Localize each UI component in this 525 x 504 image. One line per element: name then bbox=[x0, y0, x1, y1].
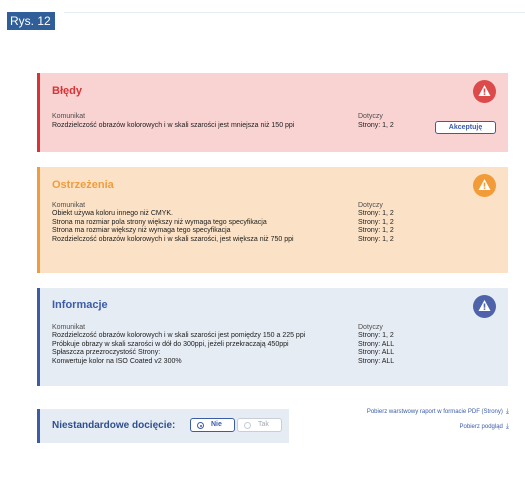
message-text: Konwertuje kolor na ISO Coated v2 300% bbox=[52, 357, 182, 365]
download-layered-report-link[interactable]: Pobierz warstwowy raport w formacie PDF … bbox=[367, 408, 509, 415]
list-item: Spłaszcza przezroczystość Strony: Strony… bbox=[52, 349, 502, 358]
alert-triangle-icon bbox=[473, 295, 496, 318]
message-text: Rozdzielczość obrazów kolorowych i w ska… bbox=[52, 235, 294, 243]
trim-option-no-label: Nie bbox=[211, 421, 222, 428]
pages-text: Strony: ALL bbox=[358, 340, 395, 348]
pages-text: Strony: ALL bbox=[358, 349, 395, 356]
info-title: Informacje bbox=[52, 299, 108, 311]
pages-text: Strony: 1, 2 bbox=[358, 210, 394, 217]
errors-panel: Błędy Komunikat Dotyczy Rozdzielczość ob… bbox=[37, 73, 508, 152]
info-column-message: Komunikat bbox=[52, 324, 86, 331]
info-panel: Informacje Komunikat Dotyczy Rozdzielczo… bbox=[37, 288, 508, 386]
trim-option-no[interactable]: Nie bbox=[190, 418, 235, 432]
errors-column-message: Komunikat bbox=[52, 113, 86, 120]
custom-trim-panel: Niestandardowe docięcie: Nie Tak bbox=[37, 409, 289, 443]
pages-text: Strony: 1, 2 bbox=[358, 332, 394, 339]
trim-option-yes-label: Tak bbox=[258, 421, 269, 428]
download-preview-label: Pobierz podgląd bbox=[459, 423, 503, 430]
list-item: Obiekt używa koloru innego niż CMYK. Str… bbox=[52, 210, 502, 219]
message-text: Rozdzielczość obrazów kolorowych i w ska… bbox=[52, 332, 306, 339]
alert-triangle-icon bbox=[473, 174, 496, 197]
pages-text: Strony: 1, 2 bbox=[358, 218, 394, 226]
download-icon: ⤓ bbox=[505, 408, 509, 415]
custom-trim-label: Niestandardowe docięcie: bbox=[52, 420, 176, 431]
trim-option-yes[interactable]: Tak bbox=[237, 418, 282, 432]
message-text: Strona ma rozmiar większy niż wymaga teg… bbox=[52, 227, 231, 234]
message-text: Próbkuje obrazy w skali szarości w dół d… bbox=[52, 340, 289, 348]
list-item: Rozdzielczość obrazów kolorowych i w ska… bbox=[52, 332, 502, 341]
list-item: Konwertuje kolor na ISO Coated v2 300% S… bbox=[52, 358, 502, 367]
download-icon: ⤓ bbox=[505, 423, 509, 430]
figure-label: Rys. 12 bbox=[7, 12, 55, 30]
info-column-pages: Dotyczy bbox=[358, 324, 383, 331]
pages-text: Strony: 1, 2 bbox=[358, 122, 394, 129]
download-layered-report-label: Pobierz warstwowy raport w formacie PDF … bbox=[366, 408, 503, 415]
warnings-panel: Ostrzeżenia Komunikat Dotyczy Obiekt uży… bbox=[37, 167, 508, 273]
pages-text: Strony: 1, 2 bbox=[358, 235, 394, 243]
alert-triangle-icon bbox=[473, 80, 496, 103]
message-text: Strona ma rozmiar pola strony większy ni… bbox=[52, 218, 267, 226]
message-text: Spłaszcza przezroczystość Strony: bbox=[52, 349, 161, 356]
message-text: Obiekt używa koloru innego niż CMYK. bbox=[52, 210, 173, 217]
list-item: Strona ma rozmiar pola strony większy ni… bbox=[52, 219, 502, 228]
warnings-column-pages: Dotyczy bbox=[358, 202, 383, 209]
message-text: Rozdzielczość obrazów kolorowych i w ska… bbox=[52, 122, 295, 129]
errors-title: Błędy bbox=[52, 85, 82, 97]
list-item: Strona ma rozmiar większy niż wymaga teg… bbox=[52, 227, 502, 236]
warnings-column-message: Komunikat bbox=[52, 202, 86, 209]
list-item: Próbkuje obrazy w skali szarości w dół d… bbox=[52, 341, 502, 350]
radio-unselected-icon bbox=[244, 422, 251, 429]
radio-selected-icon bbox=[197, 422, 204, 429]
download-preview-link[interactable]: Pobierz podgląd ⤓ bbox=[460, 423, 509, 430]
pages-text: Strony: ALL bbox=[358, 357, 395, 365]
warnings-list: Obiekt używa koloru innego niż CMYK. Str… bbox=[52, 210, 502, 244]
warnings-title: Ostrzeżenia bbox=[52, 179, 114, 191]
info-list: Rozdzielczość obrazów kolorowych i w ska… bbox=[52, 332, 502, 366]
list-item: Rozdzielczość obrazów kolorowych i w ska… bbox=[52, 236, 502, 245]
top-divider bbox=[64, 12, 525, 13]
accept-button[interactable]: Akceptuję bbox=[435, 121, 496, 134]
errors-column-pages: Dotyczy bbox=[358, 113, 383, 120]
pages-text: Strony: 1, 2 bbox=[358, 227, 394, 234]
